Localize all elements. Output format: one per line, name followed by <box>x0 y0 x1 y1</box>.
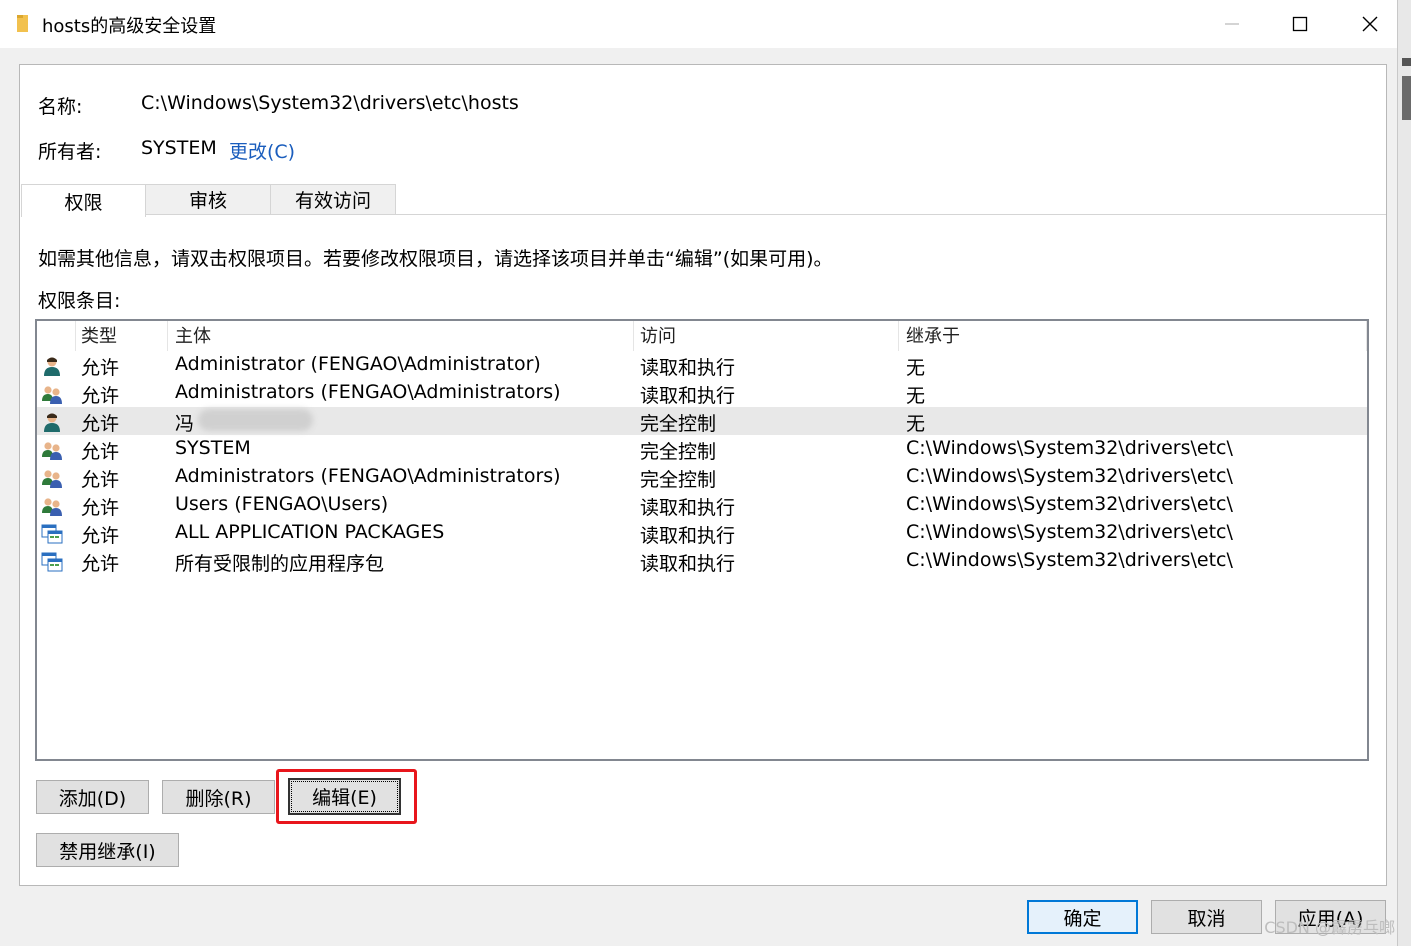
row-inherited-from: C:\Windows\System32\drivers\etc\ <box>906 465 1233 487</box>
change-owner-link[interactable]: 更改(C) <box>229 137 295 164</box>
app-package-icon <box>41 552 63 572</box>
name-value: C:\Windows\System32\drivers\etc\hosts <box>141 92 519 114</box>
table-row[interactable]: 允许 Administrators (FENGAO\Administrators)… <box>37 463 1367 491</box>
table-row[interactable]: 允许 Administrators (FENGAO\Administrators)… <box>37 379 1367 407</box>
row-type: 允许 <box>81 525 120 547</box>
row-type: 允许 <box>81 413 120 435</box>
group-icon <box>41 384 63 404</box>
tab-auditing[interactable]: 审核 <box>145 184 271 215</box>
row-access: 读取和执行 <box>640 553 736 575</box>
column-separator <box>898 321 899 351</box>
row-inherited-from: C:\Windows\System32\drivers\etc\ <box>906 437 1233 459</box>
folder-icon <box>17 15 28 32</box>
group-icon <box>41 440 63 460</box>
close-button[interactable] <box>1335 0 1405 48</box>
row-type: 允许 <box>81 441 120 463</box>
row-access: 读取和执行 <box>640 525 736 547</box>
column-header-inherited-from[interactable]: 继承于 <box>906 322 960 348</box>
cancel-button[interactable]: 取消 <box>1151 900 1262 934</box>
minimize-icon <box>1225 23 1239 25</box>
title-bar[interactable]: hosts的高级安全设置 <box>0 0 1411 48</box>
watermark: CSDN @霹雳乓啷 <box>1264 918 1395 937</box>
tab-effective-access[interactable]: 有效访问 <box>270 184 396 215</box>
row-type: 允许 <box>81 357 120 379</box>
row-inherited-from: C:\Windows\System32\drivers\etc\ <box>906 521 1233 543</box>
entries-label: 权限条目: <box>38 290 121 312</box>
group-icon <box>41 468 63 488</box>
user-icon <box>41 412 63 432</box>
group-icon <box>41 496 63 516</box>
row-type: 允许 <box>81 385 120 407</box>
row-principal: 冯 <box>175 413 195 435</box>
owner-value: SYSTEM <box>141 137 217 159</box>
add-button[interactable]: 添加(D) <box>36 780 149 814</box>
redacted-name <box>198 409 313 431</box>
maximize-button[interactable] <box>1265 0 1335 48</box>
window-title: hosts的高级安全设置 <box>42 16 217 37</box>
name-label: 名称: <box>38 96 83 118</box>
remove-button[interactable]: 删除(R) <box>162 780 275 814</box>
app-package-icon <box>41 524 63 544</box>
row-principal: Administrator (FENGAO\Administrator) <box>175 353 541 375</box>
row-access: 完全控制 <box>640 469 717 491</box>
table-row[interactable]: 允许 ALL APPLICATION PACKAGES 读取和执行 C:\Window… <box>37 519 1367 547</box>
column-header-type[interactable]: 类型 <box>81 322 117 348</box>
column-header-access[interactable]: 访问 <box>640 322 676 348</box>
column-separator <box>75 321 76 351</box>
maximize-icon <box>1292 16 1308 32</box>
table-row[interactable]: 允许 Users (FENGAO\Users) 读取和执行 C:\Windows\Sy… <box>37 491 1367 519</box>
row-type: 允许 <box>81 497 120 519</box>
row-access: 完全控制 <box>640 413 717 435</box>
close-icon <box>1362 16 1378 32</box>
row-inherited-from: 无 <box>906 413 926 435</box>
column-separator <box>633 321 634 351</box>
table-row[interactable]: 允许 所有受限制的应用程序包 读取和执行 C:\Windows\System32\dr… <box>37 547 1367 575</box>
row-access: 完全控制 <box>640 441 717 463</box>
row-type: 允许 <box>81 553 120 575</box>
row-type: 允许 <box>81 469 120 491</box>
row-access: 读取和执行 <box>640 357 736 379</box>
table-row[interactable]: 允许 Administrator (FENGAO\Administrator) 读取… <box>37 351 1367 379</box>
row-principal: Administrators (FENGAO\Administrators) <box>175 465 561 487</box>
row-principal: Administrators (FENGAO\Administrators) <box>175 381 561 403</box>
row-inherited-from: C:\Windows\System32\drivers\etc\ <box>906 549 1233 571</box>
edit-button[interactable]: 编辑(E) <box>288 778 401 815</box>
row-principal: SYSTEM <box>175 437 251 459</box>
row-principal: 所有受限制的应用程序包 <box>175 553 385 575</box>
disable-inheritance-button[interactable]: 禁用继承(I) <box>36 833 179 867</box>
row-inherited-from: 无 <box>906 385 926 407</box>
row-inherited-from: C:\Windows\System32\drivers\etc\ <box>906 493 1233 515</box>
row-access: 读取和执行 <box>640 385 736 407</box>
tab-divider <box>145 214 1386 215</box>
minimize-button[interactable] <box>1197 0 1267 48</box>
row-inherited-from: 无 <box>906 357 926 379</box>
column-separator <box>1366 321 1367 351</box>
column-separator <box>167 321 168 351</box>
row-principal: ALL APPLICATION PACKAGES <box>175 521 445 543</box>
row-access: 读取和执行 <box>640 497 736 519</box>
row-principal: Users (FENGAO\Users) <box>175 493 389 515</box>
background-window-edge <box>1397 0 1411 946</box>
table-row[interactable]: 允许 SYSTEM 完全控制 C:\Windows\System32\drivers\… <box>37 435 1367 463</box>
instructions-text: 如需其他信息，请双击权限项目。若要修改权限项目，请选择该项目并单击“编辑”(如果… <box>38 248 833 270</box>
tab-permissions[interactable]: 权限 <box>21 184 146 217</box>
ok-button[interactable]: 确定 <box>1027 900 1138 934</box>
owner-label: 所有者: <box>38 141 102 163</box>
user-icon <box>41 356 63 376</box>
column-header-principal[interactable]: 主体 <box>175 322 211 348</box>
